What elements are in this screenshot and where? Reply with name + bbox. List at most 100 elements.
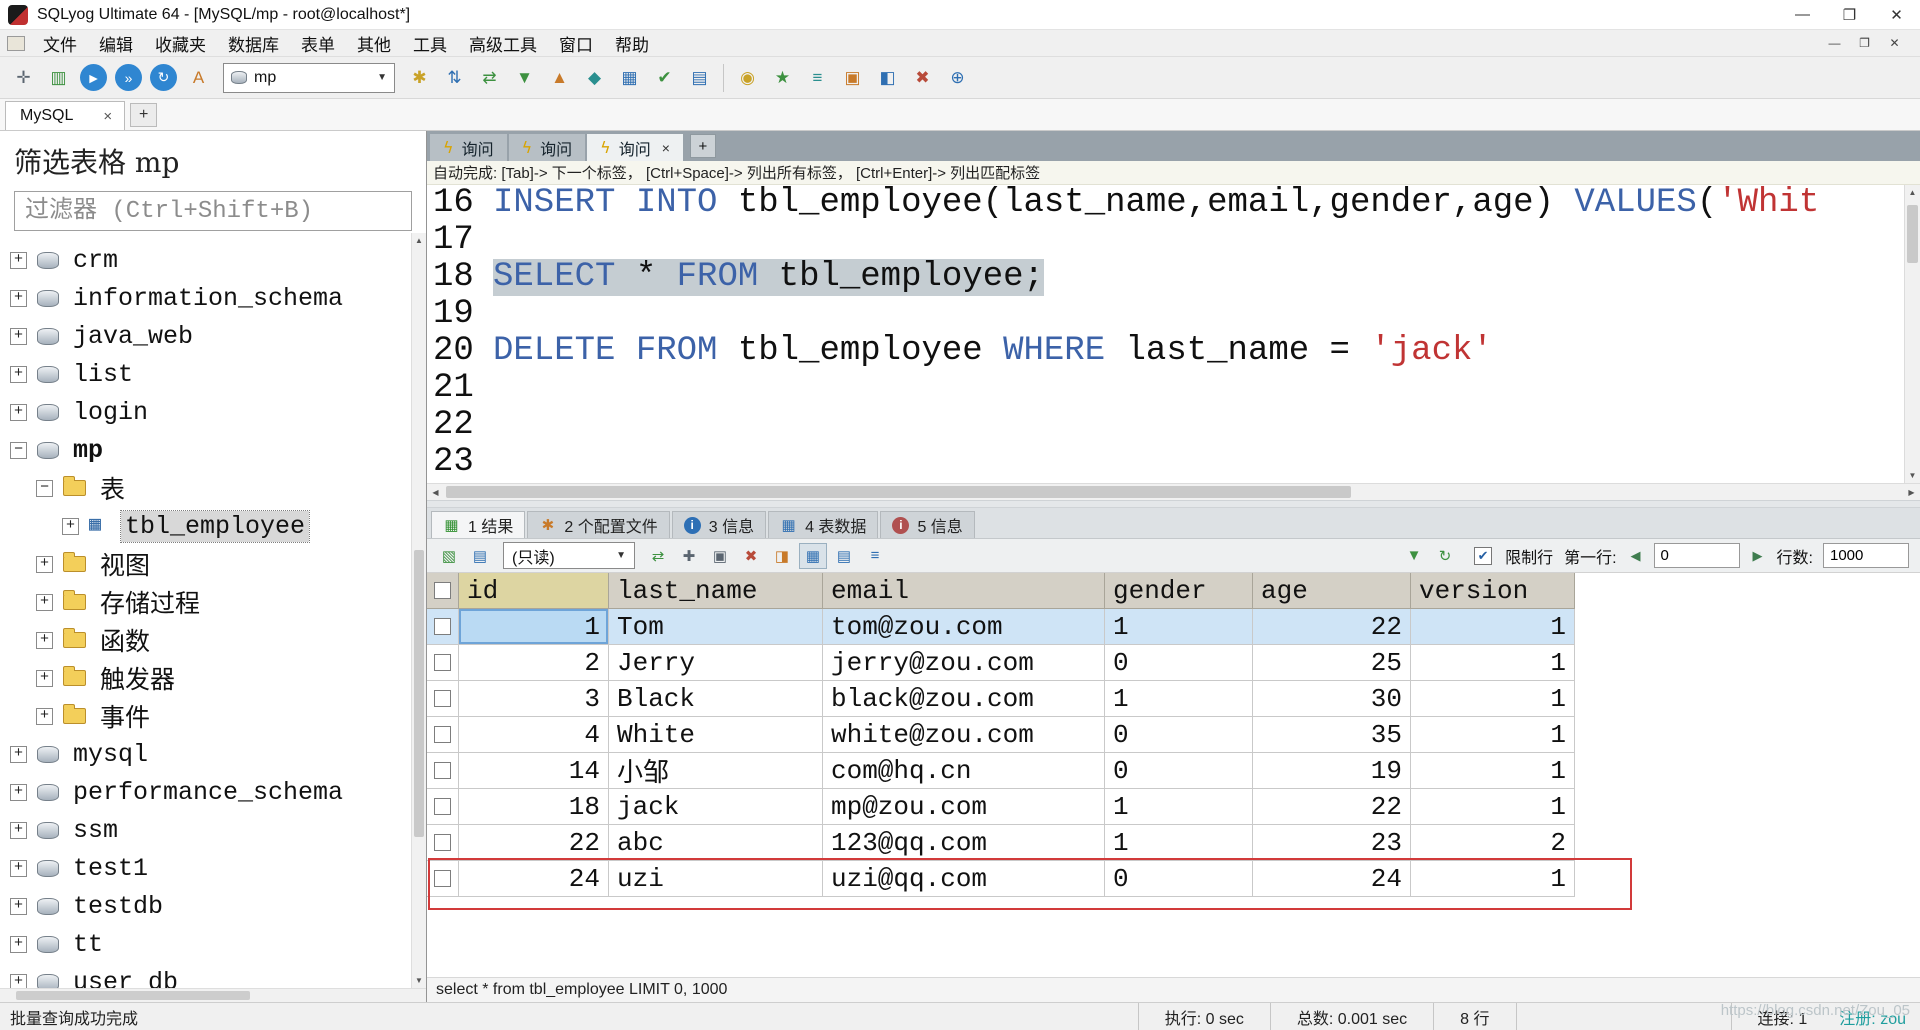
tree-hscrollbar[interactable] [0,988,426,1002]
expander-icon[interactable] [10,860,27,877]
expander-icon[interactable] [10,290,27,307]
form-view-icon[interactable]: ▤ [683,63,716,93]
cell-age[interactable]: 19 [1253,753,1411,789]
expander-icon[interactable] [10,328,27,345]
data-search-icon[interactable]: ≡ [801,63,834,93]
restore-database-icon[interactable]: ▲ [543,63,576,93]
cell-email[interactable]: white@zou.com [823,717,1105,753]
row-select-cell[interactable] [427,789,459,825]
table-row[interactable]: 24 uzi uzi@qq.com 0 24 1 [427,861,1920,897]
table-row[interactable]: 3 Black black@zou.com 1 30 1 [427,681,1920,717]
minimize-icon[interactable]: — [1779,0,1826,29]
tab-result[interactable]: 1 结果 [431,511,525,538]
tab-messages-1[interactable]: 3 信息 [672,511,766,538]
cell-age[interactable]: 35 [1253,717,1411,753]
editor-vscrollbar[interactable]: ▲ ▼ [1904,185,1920,483]
schema-designer-icon[interactable]: ◉ [731,63,764,93]
cell-email[interactable]: tom@zou.com [823,609,1105,645]
tree-item-test1[interactable]: test1 [0,849,411,887]
cell-version[interactable]: 1 [1411,645,1575,681]
mdi-minimize-icon[interactable]: — [1821,33,1848,53]
menu-help[interactable]: 帮助 [604,31,660,56]
cell-id[interactable]: 4 [459,717,609,753]
table-row[interactable]: 18 jack mp@zou.com 1 22 1 [427,789,1920,825]
cell-last-name[interactable]: 小邹 [609,753,823,789]
editor-lines[interactable]: 16INSERT INTO tbl_employee(last_name,ema… [427,185,1904,483]
expander-icon[interactable] [10,936,27,953]
new-query-tab-button[interactable]: + [690,134,716,158]
cell-age[interactable]: 22 [1253,789,1411,825]
checkbox-icon[interactable] [434,690,451,707]
tree-item-triggers[interactable]: 触发器 [0,659,411,697]
tree-item-ssm[interactable]: ssm [0,811,411,849]
result-mode-select[interactable]: (只读)▼ [503,542,635,569]
new-connection-icon[interactable]: ▥ [42,63,75,93]
expander-icon[interactable] [10,822,27,839]
expander-icon[interactable] [36,594,53,611]
cell-last-name[interactable]: abc [609,825,823,861]
cell-last-name[interactable]: jack [609,789,823,825]
expander-icon[interactable] [10,746,27,763]
query-tab-3[interactable]: 询问× [587,134,683,161]
tree-item-mysql[interactable]: mysql [0,735,411,773]
cell-version[interactable]: 1 [1411,681,1575,717]
new-connection-tab-button[interactable]: + [130,103,157,127]
checkbox-icon[interactable] [434,798,451,815]
column-header-id[interactable]: id [459,573,609,609]
table-row[interactable]: 14 小邹 com@hq.cn 0 19 1 [427,753,1920,789]
connect-icon[interactable]: ✛ [7,63,40,93]
scroll-right-icon[interactable]: ▶ [1903,488,1920,497]
tree-item-mp[interactable]: mp [0,431,411,469]
cell-version[interactable]: 1 [1411,753,1575,789]
cell-version[interactable]: 2 [1411,825,1575,861]
menu-favorites[interactable]: 收藏夹 [144,31,217,56]
menu-file[interactable]: 文件 [32,31,88,56]
grid-options-icon[interactable]: ▤ [466,543,494,569]
cell-version[interactable]: 1 [1411,789,1575,825]
tab-messages-2[interactable]: 5 信息 [880,511,974,538]
menu-others[interactable]: 其他 [346,31,402,56]
cell-age[interactable]: 24 [1253,861,1411,897]
query-tab-2[interactable]: 询问 [509,134,586,161]
cell-last-name[interactable]: Jerry [609,645,823,681]
checkbox-icon[interactable] [434,762,451,779]
filter-icon[interactable]: ▼ [1400,543,1428,569]
tree-item-crm[interactable]: crm [0,241,411,279]
scroll-thumb[interactable] [414,550,424,837]
first-row-input[interactable] [1654,543,1740,568]
cell-email[interactable]: jerry@zou.com [823,645,1105,681]
menu-table[interactable]: 表单 [290,31,346,56]
row-select-cell[interactable] [427,681,459,717]
refresh-data-icon[interactable]: ⇄ [644,543,672,569]
cell-email[interactable]: uzi@qq.com [823,861,1105,897]
expander-icon[interactable] [36,556,53,573]
schema-sync-icon[interactable]: ⊕ [941,63,974,93]
refresh-icon[interactable]: ↻ [150,64,177,91]
scroll-up-icon[interactable]: ▲ [412,233,426,248]
scheduled-backup-icon[interactable]: ▣ [836,63,869,93]
sql-editor[interactable]: 16INSERT INTO tbl_employee(last_name,ema… [427,185,1920,483]
table-data-icon[interactable]: ▦ [613,63,646,93]
delete-row-icon[interactable]: ✖ [737,543,765,569]
tree-item-functions[interactable]: 函数 [0,621,411,659]
row-select-cell[interactable] [427,717,459,753]
editor-hscrollbar[interactable]: ◀ ▶ [427,483,1920,500]
mdi-restore-icon[interactable]: ❐ [1851,33,1878,53]
scroll-up-icon[interactable]: ▲ [1905,185,1920,200]
tree-item-testdb[interactable]: testdb [0,887,411,925]
cell-email[interactable]: mp@zou.com [823,789,1105,825]
cell-gender[interactable]: 1 [1105,825,1253,861]
cancel-changes-icon[interactable]: ◨ [768,543,796,569]
previous-page-icon[interactable]: ◀ [1624,544,1648,568]
export-data-icon[interactable]: ⇄ [473,63,506,93]
execute-query-icon[interactable]: ► [80,64,107,91]
menu-window[interactable]: 窗口 [548,31,604,56]
close-tab-icon[interactable]: × [662,140,670,156]
cell-gender[interactable]: 1 [1105,789,1253,825]
table-row[interactable]: 1 Tom tom@zou.com 1 22 1 [427,609,1920,645]
checkbox-icon[interactable] [434,618,451,635]
expander-icon[interactable] [36,480,53,497]
cell-age[interactable]: 25 [1253,645,1411,681]
column-header-gender[interactable]: gender [1105,573,1253,609]
text-view-icon[interactable]: ≡ [861,543,889,569]
